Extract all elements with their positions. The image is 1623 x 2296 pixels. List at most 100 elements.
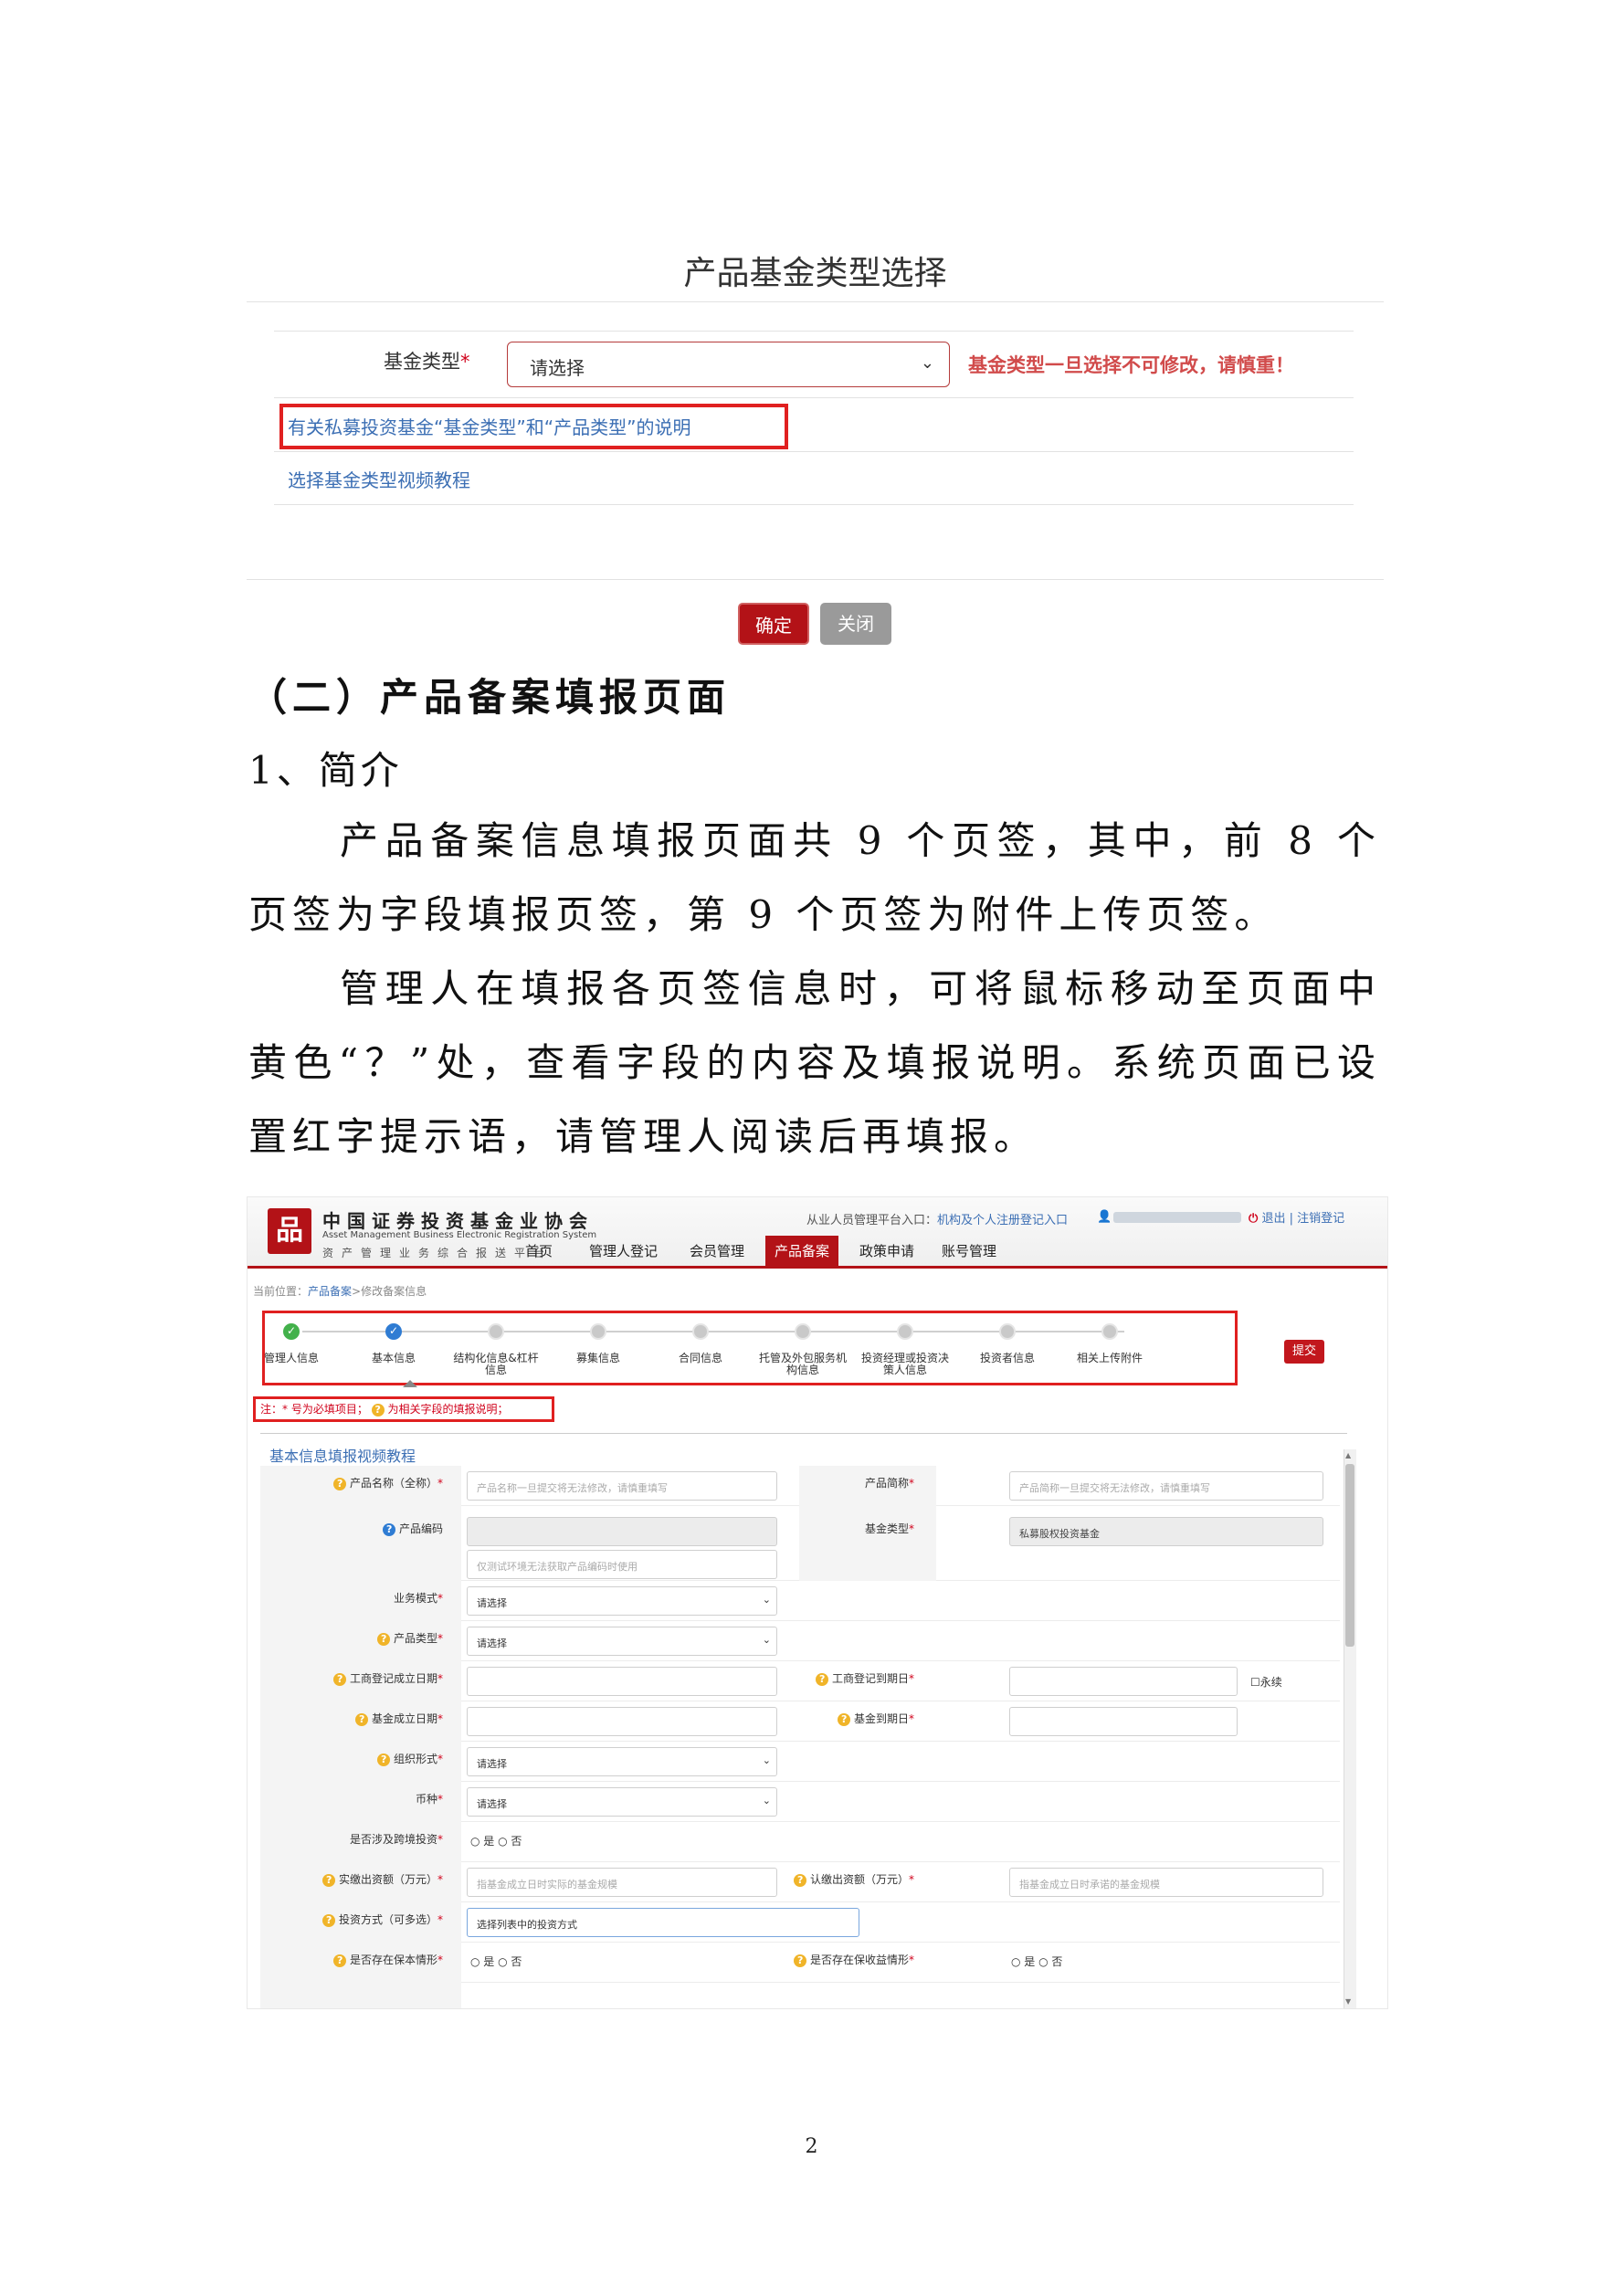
form-row xyxy=(260,1983,1340,2008)
product-filing-screenshot: 品 中国证券投资基金业协会 Asset Management Business … xyxy=(247,1196,1388,2009)
subsection-heading: 1、简介 xyxy=(248,748,403,793)
cross-border-radio[interactable]: ○ 是 ○ 否 xyxy=(470,1833,522,1848)
nav-member-management[interactable]: 会员管理 xyxy=(680,1236,754,1267)
return-guarantee-label: ? 是否存在保收益情形* xyxy=(722,1952,914,1967)
step-indicator[interactable] xyxy=(1101,1323,1118,1340)
step-tab-label[interactable]: 相关上传附件 xyxy=(1064,1353,1155,1364)
step-tab-label[interactable]: 合同信息 xyxy=(655,1353,746,1364)
reg-expire-label-text: 工商登记到期日 xyxy=(831,1672,909,1685)
help-icon[interactable]: ? xyxy=(816,1672,829,1686)
nav-product-filing[interactable]: 产品备案 xyxy=(765,1236,839,1267)
fund-date-input[interactable] xyxy=(467,1707,777,1736)
radio-no-label: 否 xyxy=(1051,1955,1063,1968)
step-indicator[interactable] xyxy=(999,1323,1016,1340)
step-tab-label[interactable]: 投资经理或投资决策人信息 xyxy=(859,1353,951,1376)
nav-home[interactable]: 首页 xyxy=(516,1236,562,1267)
required-mark: * xyxy=(437,1672,443,1685)
invest-mode-label: ? 投资方式（可多选）* xyxy=(260,1912,443,1927)
step-tab-label[interactable]: 基本信息 xyxy=(348,1353,439,1364)
cancel-registration-link[interactable]: 注销登记 xyxy=(1297,1212,1344,1226)
fund-expire-input[interactable] xyxy=(1009,1707,1238,1736)
required-mark: * xyxy=(909,1672,914,1685)
product-short-input[interactable]: 产品简称一旦提交将无法修改，请慎重填写 xyxy=(1009,1471,1323,1501)
required-mark: * xyxy=(437,1793,443,1806)
required-note: 注：* 号为必填项目； ? 为相关字段的填报说明； xyxy=(260,1401,509,1417)
org-form-select[interactable]: 请选择 ⌄ xyxy=(467,1747,777,1776)
step-indicator[interactable] xyxy=(795,1323,811,1340)
nav-manager-registration[interactable]: 管理人登记 xyxy=(580,1236,667,1267)
scroll-down-icon[interactable]: ▼ xyxy=(1345,1997,1351,2006)
step-tab-label[interactable]: 结构化信息&杠杆信息 xyxy=(450,1353,542,1376)
nav-policy-application[interactable]: 政策申请 xyxy=(850,1236,923,1267)
help-icon[interactable]: ? xyxy=(333,1672,347,1686)
reg-expire-input[interactable] xyxy=(1009,1667,1238,1696)
help-icon[interactable]: ? xyxy=(383,1522,396,1536)
principal-guarantee-label-text: 是否存在保本情形 xyxy=(349,1954,437,1966)
principal-guarantee-radio[interactable]: ○ 是 ○ 否 xyxy=(470,1954,522,1969)
reg-date-input[interactable] xyxy=(467,1667,777,1696)
help-icon[interactable]: ? xyxy=(377,1753,391,1766)
help-icon[interactable]: ? xyxy=(322,1913,336,1927)
form-video-tutorial-link[interactable]: 基本信息填报视频教程 xyxy=(269,1444,416,1466)
nav-account-management[interactable]: 账号管理 xyxy=(933,1236,1006,1267)
step-indicator[interactable] xyxy=(897,1323,913,1340)
user-icon[interactable]: 👤 xyxy=(1097,1210,1112,1224)
required-mark: * xyxy=(437,1873,443,1886)
video-tutorial-link[interactable]: 选择基金类型视频教程 xyxy=(288,466,470,492)
step-tab-label[interactable]: 管理人信息 xyxy=(248,1353,337,1364)
fund-type-select[interactable]: 请选择 ⌄ xyxy=(507,342,950,387)
fund-type-value: 私募股权投资基金 xyxy=(1009,1517,1323,1546)
registration-entry-link[interactable]: 机构及个人注册登记入口 xyxy=(937,1214,1068,1227)
logout-link[interactable]: 退出 xyxy=(1261,1212,1285,1226)
perpetual-checkbox[interactable]: ☐永续 xyxy=(1250,1674,1282,1690)
fund-date-label-text: 基金成立日期 xyxy=(371,1712,437,1725)
step-tab-label[interactable]: 托管及外包服务机构信息 xyxy=(757,1353,848,1376)
help-icon[interactable]: ? xyxy=(333,1477,347,1490)
required-mark: * xyxy=(460,351,470,373)
business-mode-select[interactable]: 请选择 ⌄ xyxy=(467,1586,777,1616)
help-icon[interactable]: ? xyxy=(794,1954,807,1967)
step-indicator[interactable] xyxy=(590,1323,606,1340)
required-mark: * xyxy=(437,1913,443,1926)
help-icon[interactable]: ? xyxy=(333,1954,347,1967)
scrollbar-thumb[interactable] xyxy=(1345,1464,1354,1647)
principal-guarantee-label: ? 是否存在保本情形* xyxy=(260,1952,443,1967)
product-name-input[interactable]: 产品名称一旦提交将无法修改，请慎重填写 xyxy=(467,1471,777,1501)
intro-paragraph: 产品备案信息填报页面共 9 个页签，其中，前 8 个页签为字段填报页签，第 9 … xyxy=(248,818,1381,937)
submit-button[interactable]: 提交 xyxy=(1284,1340,1324,1364)
cross-border-label: 是否涉及跨境投资* xyxy=(260,1831,443,1847)
scroll-up-icon[interactable]: ▲ xyxy=(1345,1451,1351,1459)
product-type-select[interactable]: 请选择 ⌄ xyxy=(467,1627,777,1656)
required-mark: * xyxy=(437,1592,443,1605)
breadcrumb-link[interactable]: 产品备案 xyxy=(308,1285,352,1298)
invest-mode-multiselect[interactable]: 选择列表中的投资方式 xyxy=(467,1908,859,1937)
help-icon[interactable]: ? xyxy=(794,1873,807,1887)
currency-select[interactable]: 请选择 ⌄ xyxy=(467,1787,777,1817)
help-icon[interactable]: ? xyxy=(838,1712,851,1726)
paid-capital-label: ? 实缴出资额（万元）* xyxy=(260,1871,443,1887)
step-indicator[interactable] xyxy=(692,1323,709,1340)
help-icon[interactable]: ? xyxy=(322,1873,336,1887)
product-code-hint[interactable]: 仅测试环境无法获取产品编码时使用 xyxy=(467,1550,777,1579)
explanation-link[interactable]: 有关私募投资基金“基金类型”和“产品类型”的说明 xyxy=(288,413,690,439)
steps-highlight-box xyxy=(262,1311,1238,1385)
username-redacted xyxy=(1113,1212,1241,1223)
select-value: 请选择 xyxy=(477,1638,507,1649)
confirm-button[interactable]: 确定 xyxy=(738,603,809,645)
fund-type-field-label: 基金类型* xyxy=(741,1521,914,1536)
required-mark: * xyxy=(437,1712,443,1725)
close-button[interactable]: 关闭 xyxy=(820,603,891,645)
help-icon[interactable]: ? xyxy=(355,1712,369,1726)
return-guarantee-radio[interactable]: ○ 是 ○ 否 xyxy=(1011,1954,1062,1969)
power-icon[interactable]: ⏻ xyxy=(1249,1212,1258,1226)
step-indicator[interactable] xyxy=(488,1323,504,1340)
step-tab-label[interactable]: 募集信息 xyxy=(553,1353,644,1364)
subscribed-capital-input[interactable]: 指基金成立日时承诺的基金规模 xyxy=(1009,1868,1323,1897)
step-tab-label[interactable]: 投资者信息 xyxy=(962,1353,1053,1364)
required-mark: * xyxy=(909,1712,914,1725)
dialog-title: 产品基金类型选择 xyxy=(683,255,947,292)
help-icon[interactable]: ? xyxy=(377,1632,391,1646)
current-step-caret xyxy=(403,1380,417,1387)
fund-date-label: ? 基金成立日期* xyxy=(260,1711,443,1726)
section-heading: （二）产品备案填报页面 xyxy=(248,675,732,720)
